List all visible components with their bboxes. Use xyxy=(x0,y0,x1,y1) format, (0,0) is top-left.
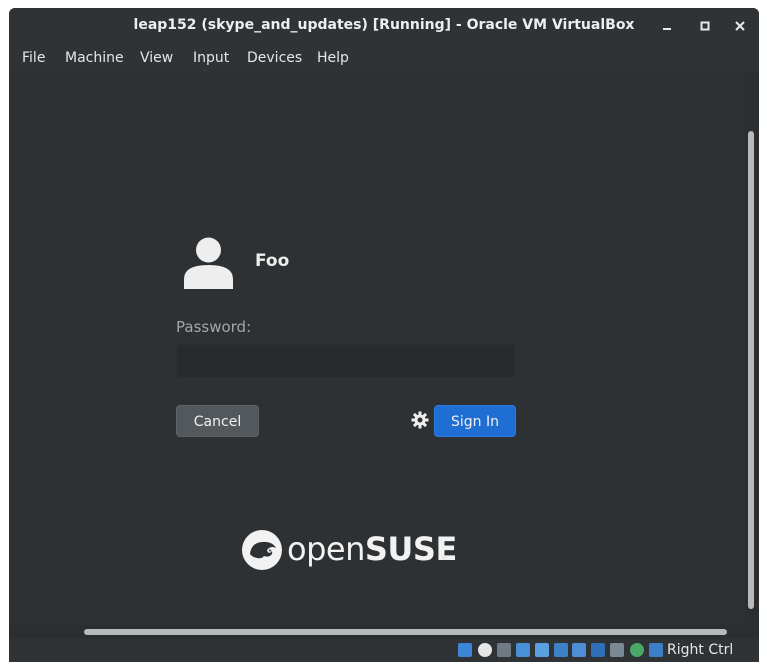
virtualization-icon[interactable] xyxy=(610,643,624,657)
opensuse-logo-icon xyxy=(242,530,282,570)
horizontal-scroll-thumb[interactable] xyxy=(84,629,727,635)
window-title: leap152 (skype_and_updates) [Running] - … xyxy=(133,17,635,33)
vertical-scrollbar[interactable] xyxy=(745,72,759,625)
horizontal-scrollbar[interactable] xyxy=(9,625,745,639)
user-name: Foo xyxy=(255,251,290,271)
minimize-button[interactable] xyxy=(657,16,677,36)
usb-icon[interactable] xyxy=(535,643,549,657)
sign-in-button[interactable]: Sign In xyxy=(434,405,516,437)
maximize-button[interactable] xyxy=(695,16,715,36)
password-label: Password: xyxy=(176,318,252,336)
mouse-integration-icon[interactable] xyxy=(630,643,644,657)
title-bar[interactable]: leap152 (skype_and_updates) [Running] - … xyxy=(9,8,759,45)
status-bar: Right Ctrl xyxy=(9,639,759,662)
wordmark-suse: SUSE xyxy=(364,530,457,568)
menu-input[interactable]: Input xyxy=(193,50,229,66)
keyboard-icon[interactable] xyxy=(649,643,663,657)
close-button[interactable] xyxy=(730,16,750,36)
audio-icon[interactable] xyxy=(497,643,511,657)
cancel-button[interactable]: Cancel xyxy=(176,405,259,437)
vertical-scroll-thumb[interactable] xyxy=(748,131,754,609)
menu-help[interactable]: Help xyxy=(317,50,349,66)
close-icon xyxy=(735,21,745,31)
video-capture-icon[interactable] xyxy=(591,643,605,657)
menu-devices[interactable]: Devices xyxy=(247,50,302,66)
password-input[interactable] xyxy=(176,344,516,378)
menu-machine[interactable]: Machine xyxy=(65,50,124,66)
host-key-label: Right Ctrl xyxy=(667,642,734,658)
menu-view[interactable]: View xyxy=(140,50,173,66)
virtualbox-window: leap152 (skype_and_updates) [Running] - … xyxy=(9,8,759,662)
menu-file[interactable]: File xyxy=(22,50,45,66)
network-icon[interactable] xyxy=(516,643,530,657)
hard-disk-icon[interactable] xyxy=(458,643,472,657)
opensuse-wordmark: openSUSE xyxy=(287,530,457,568)
display-icon[interactable] xyxy=(572,643,586,657)
user-avatar-icon xyxy=(184,237,233,289)
menu-bar: File Machine View Input Devices Help xyxy=(9,45,759,73)
shared-folders-icon[interactable] xyxy=(554,643,568,657)
wordmark-open: open xyxy=(287,530,365,568)
registered-mark: ® xyxy=(441,555,447,562)
session-settings-gear-icon[interactable] xyxy=(411,411,429,429)
maximize-icon xyxy=(700,21,710,31)
minimize-icon xyxy=(663,28,671,30)
optical-drive-icon[interactable] xyxy=(478,643,492,657)
